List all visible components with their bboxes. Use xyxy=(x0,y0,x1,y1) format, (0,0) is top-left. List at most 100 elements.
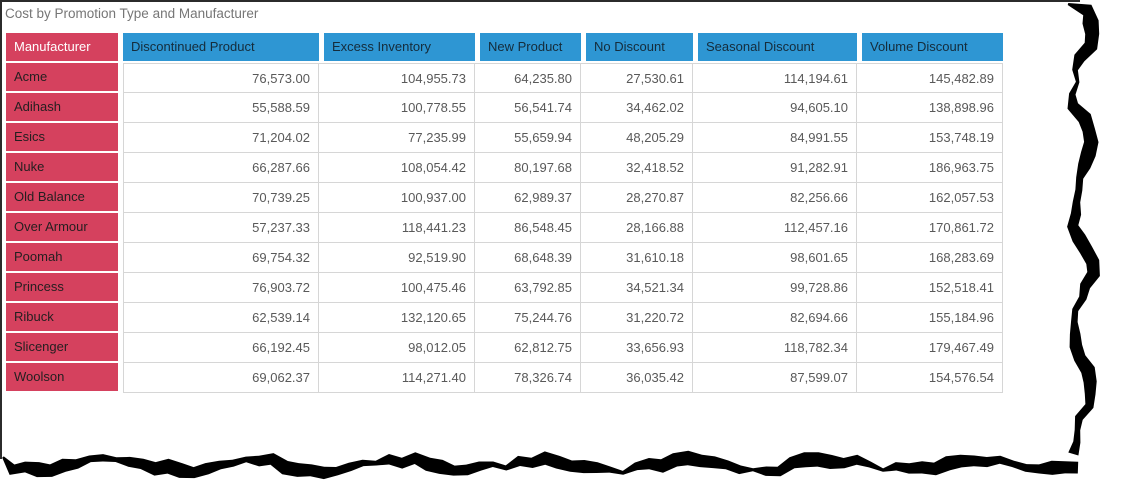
value-cell: 62,539.14 xyxy=(123,303,319,333)
row-label-cell: Woolson xyxy=(6,363,118,391)
torn-edge-path xyxy=(2,451,1078,479)
value-cell: 94,605.10 xyxy=(693,93,857,123)
value-cell: 154,576.54 xyxy=(857,363,1003,393)
row-label-cell: Princess xyxy=(6,273,118,301)
cost-table: ManufacturerDiscontinued ProductExcess I… xyxy=(6,33,1003,393)
table-row-esics: Esics71,204.0277,235.9955,659.9448,205.2… xyxy=(6,123,1003,153)
value-cell: 100,937.00 xyxy=(319,183,475,213)
value-cell: 55,659.94 xyxy=(475,123,581,153)
value-cell: 87,599.07 xyxy=(693,363,857,393)
value-cell: 31,610.18 xyxy=(581,243,693,273)
value-cell: 63,792.85 xyxy=(475,273,581,303)
row-label-cell: Esics xyxy=(6,123,118,151)
value-cell: 145,482.89 xyxy=(857,63,1003,93)
table-row-woolson: Woolson69,062.37114,271.4078,326.7436,03… xyxy=(6,363,1003,393)
value-cell: 57,237.33 xyxy=(123,213,319,243)
column-header-seasonal-discount[interactable]: Seasonal Discount xyxy=(693,33,857,61)
value-cell: 118,441.23 xyxy=(319,213,475,243)
value-cell: 75,244.76 xyxy=(475,303,581,333)
value-cell: 153,748.19 xyxy=(857,123,1003,153)
value-cell: 108,054.42 xyxy=(319,153,475,183)
value-cell: 64,235.80 xyxy=(475,63,581,93)
row-header-cell[interactable]: Manufacturer xyxy=(6,33,118,61)
visual-title: Cost by Promotion Type and Manufacturer xyxy=(5,6,258,21)
value-cell: 27,530.61 xyxy=(581,63,693,93)
value-cell: 66,287.66 xyxy=(123,153,319,183)
row-label-cell: Over Armour xyxy=(6,213,118,241)
value-cell: 68,648.39 xyxy=(475,243,581,273)
value-cell: 118,782.34 xyxy=(693,333,857,363)
value-cell: 70,739.25 xyxy=(123,183,319,213)
table-row-slicenger: Slicenger66,192.4598,012.0562,812.7533,6… xyxy=(6,333,1003,363)
column-header-no-discount[interactable]: No Discount xyxy=(581,33,693,61)
value-cell: 66,192.45 xyxy=(123,333,319,363)
value-cell: 28,166.88 xyxy=(581,213,693,243)
value-cell: 69,062.37 xyxy=(123,363,319,393)
row-label-cell: Ribuck xyxy=(6,303,118,331)
value-cell: 34,462.02 xyxy=(581,93,693,123)
column-header-new-product[interactable]: New Product xyxy=(475,33,581,61)
value-cell: 152,518.41 xyxy=(857,273,1003,303)
value-cell: 112,457.16 xyxy=(693,213,857,243)
value-cell: 82,256.66 xyxy=(693,183,857,213)
value-cell: 91,282.91 xyxy=(693,153,857,183)
table-row-old-balance: Old Balance70,739.25100,937.0062,989.372… xyxy=(6,183,1003,213)
value-cell: 99,728.86 xyxy=(693,273,857,303)
value-cell: 56,541.74 xyxy=(475,93,581,123)
row-label-cell: Nuke xyxy=(6,153,118,181)
value-cell: 48,205.29 xyxy=(581,123,693,153)
value-cell: 77,235.99 xyxy=(319,123,475,153)
header-row: ManufacturerDiscontinued ProductExcess I… xyxy=(6,33,1003,63)
value-cell: 76,573.00 xyxy=(123,63,319,93)
value-cell: 92,519.90 xyxy=(319,243,475,273)
value-cell: 69,754.32 xyxy=(123,243,319,273)
torn-edge-path xyxy=(1067,3,1100,456)
value-cell: 98,012.05 xyxy=(319,333,475,363)
table-row-over-armour: Over Armour57,237.33118,441.2386,548.452… xyxy=(6,213,1003,243)
value-cell: 132,120.65 xyxy=(319,303,475,333)
value-cell: 33,656.93 xyxy=(581,333,693,363)
table-row-ribuck: Ribuck62,539.14132,120.6575,244.7631,220… xyxy=(6,303,1003,333)
value-cell: 82,694.66 xyxy=(693,303,857,333)
value-cell: 36,035.42 xyxy=(581,363,693,393)
table-row-adihash: Adihash55,588.59100,778.5556,541.7434,46… xyxy=(6,93,1003,123)
screenshot-top-border xyxy=(0,0,1080,2)
value-cell: 100,475.46 xyxy=(319,273,475,303)
value-cell: 71,204.02 xyxy=(123,123,319,153)
value-cell: 32,418.52 xyxy=(581,153,693,183)
value-cell: 170,861.72 xyxy=(857,213,1003,243)
table-row-princess: Princess76,903.72100,475.4663,792.8534,5… xyxy=(6,273,1003,303)
column-header-volume-discount[interactable]: Volume Discount xyxy=(857,33,1003,61)
value-cell: 55,588.59 xyxy=(123,93,319,123)
value-cell: 155,184.96 xyxy=(857,303,1003,333)
value-cell: 98,601.65 xyxy=(693,243,857,273)
value-cell: 34,521.34 xyxy=(581,273,693,303)
value-cell: 104,955.73 xyxy=(319,63,475,93)
value-cell: 168,283.69 xyxy=(857,243,1003,273)
value-cell: 80,197.68 xyxy=(475,153,581,183)
row-label-cell: Poomah xyxy=(6,243,118,271)
row-label-cell: Slicenger xyxy=(6,333,118,361)
column-header-discontinued-product[interactable]: Discontinued Product xyxy=(123,33,319,61)
value-cell: 162,057.53 xyxy=(857,183,1003,213)
value-cell: 114,194.61 xyxy=(693,63,857,93)
table-row-nuke: Nuke66,287.66108,054.4280,197.6832,418.5… xyxy=(6,153,1003,183)
value-cell: 179,467.49 xyxy=(857,333,1003,363)
screenshot-left-border xyxy=(0,0,2,459)
column-header-excess-inventory[interactable]: Excess Inventory xyxy=(319,33,475,61)
value-cell: 62,989.37 xyxy=(475,183,581,213)
value-cell: 138,898.96 xyxy=(857,93,1003,123)
powerbi-table-visual: Cost by Promotion Type and Manufacturer … xyxy=(0,0,1130,497)
value-cell: 100,778.55 xyxy=(319,93,475,123)
value-cell: 114,271.40 xyxy=(319,363,475,393)
value-cell: 76,903.72 xyxy=(123,273,319,303)
row-label-cell: Acme xyxy=(6,63,118,91)
value-cell: 186,963.75 xyxy=(857,153,1003,183)
value-cell: 28,270.87 xyxy=(581,183,693,213)
value-cell: 84,991.55 xyxy=(693,123,857,153)
value-cell: 31,220.72 xyxy=(581,303,693,333)
value-cell: 62,812.75 xyxy=(475,333,581,363)
table-row-poomah: Poomah69,754.3292,519.9068,648.3931,610.… xyxy=(6,243,1003,273)
value-cell: 86,548.45 xyxy=(475,213,581,243)
value-cell: 78,326.74 xyxy=(475,363,581,393)
